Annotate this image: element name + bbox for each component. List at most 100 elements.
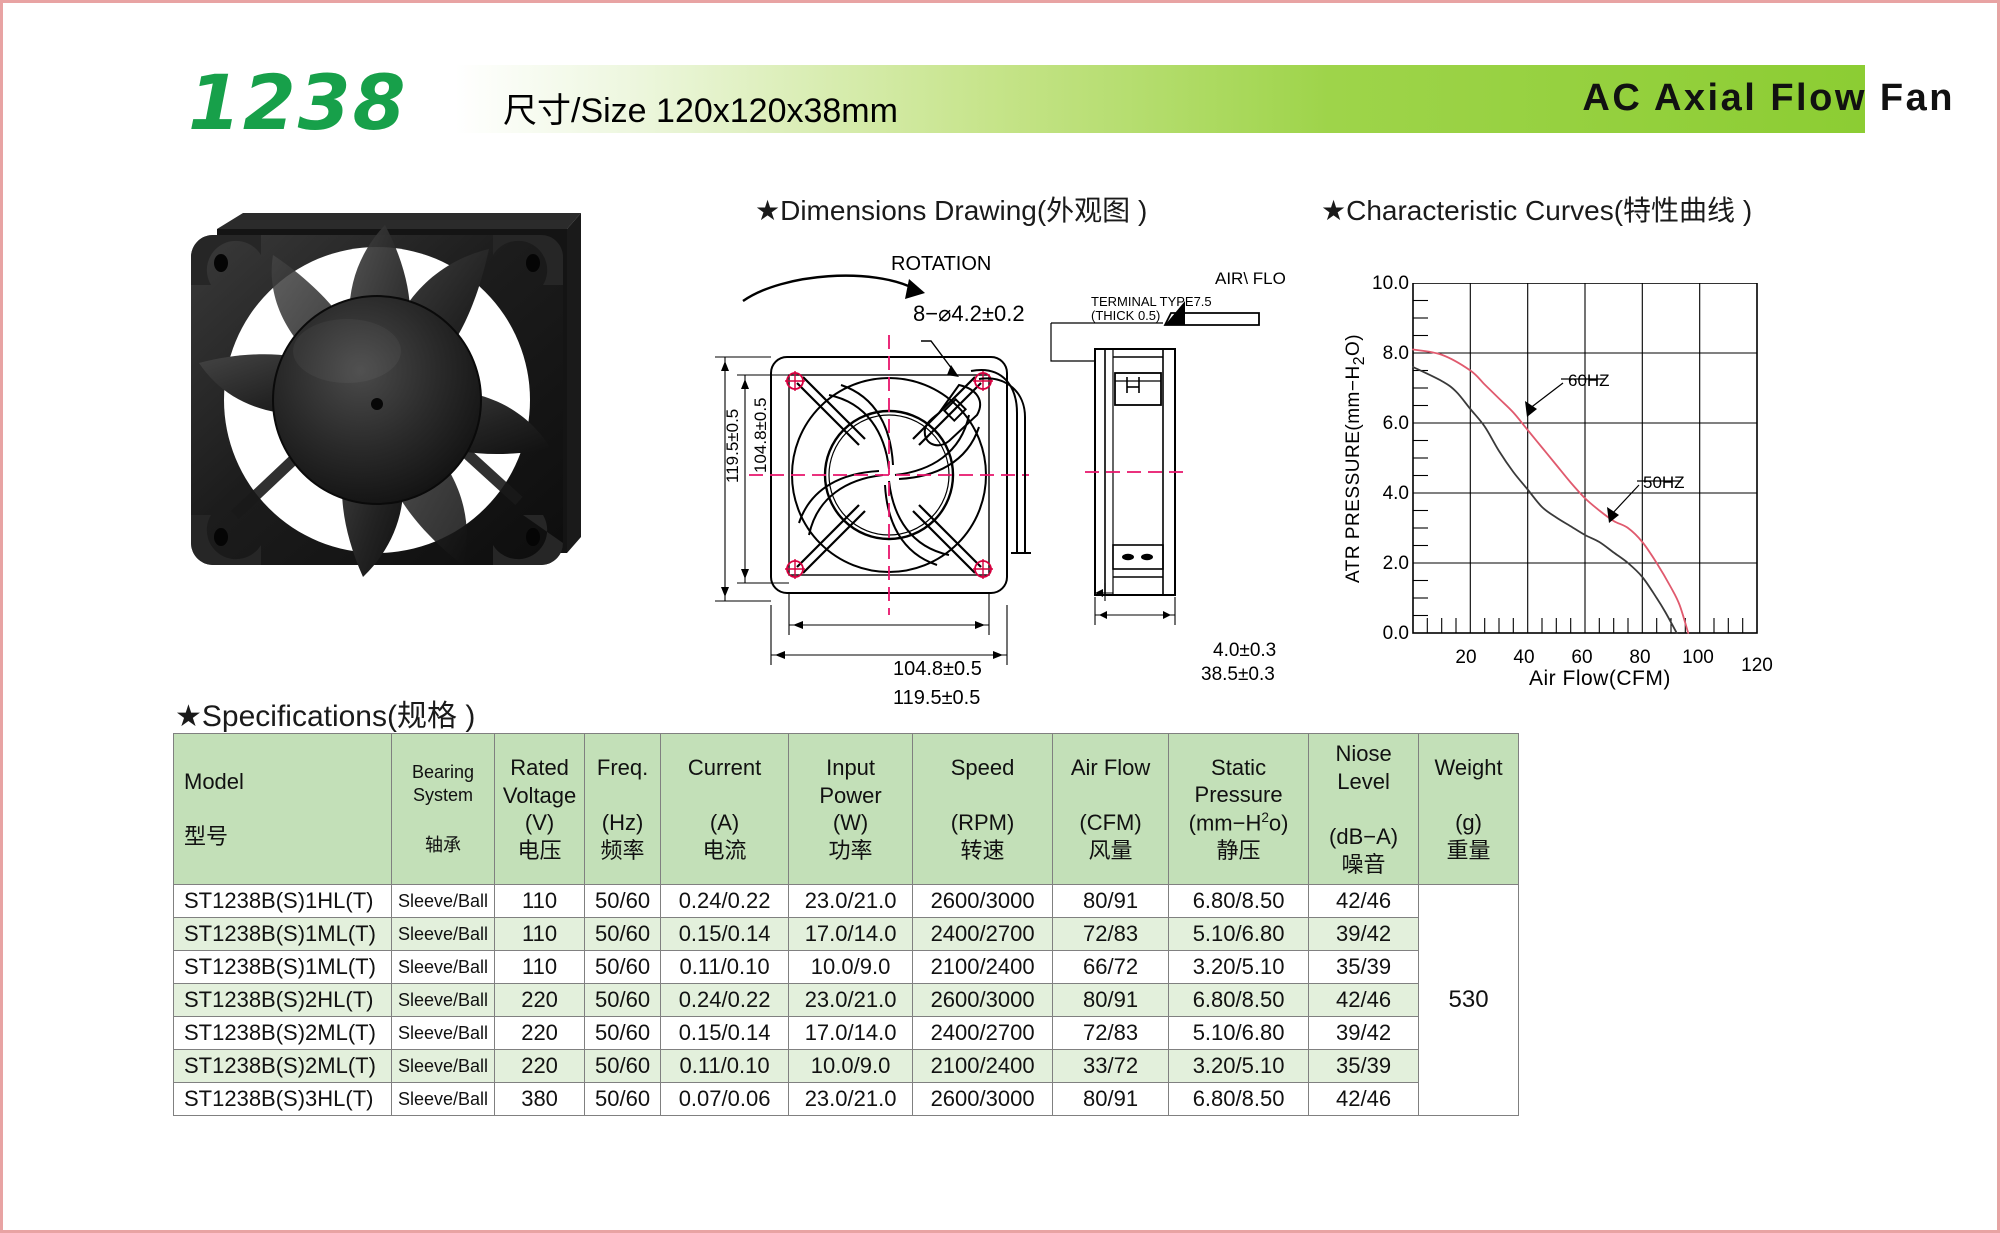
- cell-model: ST1238B(S)3HL(T): [173, 1082, 392, 1116]
- header-current: Current (A) 电流: [660, 733, 790, 885]
- cell-speed: 2100/2400: [912, 950, 1054, 984]
- terminal-thickness-label: (THICK 0.5): [1091, 308, 1161, 323]
- table-body: ST1238B(S)1HL(T) Sleeve/Ball 110 50/60 0.24/…: [173, 884, 1520, 1116]
- cell-noise: 35/39: [1308, 950, 1420, 984]
- cell-model: ST1238B(S)1ML(T): [173, 917, 392, 951]
- depth-total-dim-label: 38.5±0.3: [1201, 664, 1275, 685]
- curves-section-title: ★Characteristic Curves(特性曲线 ): [1321, 195, 1753, 226]
- cell-power: 17.0/14.0: [788, 1016, 914, 1050]
- cell-bearing: Sleeve/Ball: [390, 983, 496, 1017]
- header-frequency-unit: (Hz): [601, 810, 644, 836]
- header-current-en: Current: [687, 754, 762, 780]
- header-voltage-unit: (V): [524, 810, 555, 835]
- header-voltage-en: Rated Voltage: [502, 755, 577, 808]
- cell-voltage: 110: [494, 917, 586, 951]
- cell-model: ST1238B(S)1ML(T): [173, 950, 392, 984]
- cell-speed: 2100/2400: [912, 1049, 1054, 1083]
- cell-static: 6.80/8.50: [1168, 1082, 1310, 1116]
- chart-plot-area: [1412, 283, 1758, 634]
- cell-power: 23.0/21.0: [788, 884, 914, 918]
- cell-freq: 50/60: [584, 1082, 662, 1116]
- cell-noise: 39/42: [1308, 1016, 1420, 1050]
- specifications-table: Model 型号 Bearing System 轴承 Rated Voltage…: [173, 733, 1520, 1116]
- table-header-row: Model 型号 Bearing System 轴承 Rated Voltage…: [173, 733, 1520, 885]
- cell-static: 3.20/5.10: [1168, 1049, 1310, 1083]
- cell-voltage: 380: [494, 1082, 586, 1116]
- cell-current: 0.15/0.14: [660, 1016, 790, 1050]
- header-weight-en: Weight: [1434, 754, 1503, 780]
- cell-power: 23.0/21.0: [788, 1082, 914, 1116]
- cell-airflow: 72/83: [1052, 1016, 1170, 1050]
- header-static-pressure-unit: (mm−H2o): [1188, 809, 1289, 836]
- header-noise: Niose Level (dB−A) 噪音: [1308, 733, 1420, 885]
- cell-model: ST1238B(S)1HL(T): [173, 884, 392, 918]
- header-speed-en: Speed: [950, 754, 1015, 780]
- cell-speed: 2400/2700: [912, 1016, 1054, 1050]
- characteristic-curves-chart: ATR PRESSURE(mm−H2O) 10.0 8.0 6.0 4.0 2.…: [1333, 273, 1873, 703]
- table-row: ST1238B(S)1ML(T) Sleeve/Ball 110 50/60 0.11/…: [173, 950, 1519, 984]
- model-number: 1238: [188, 58, 408, 147]
- depth-flange-dim-label: 4.0±0.3: [1213, 640, 1277, 661]
- cell-noise: 42/46: [1308, 884, 1420, 918]
- cell-model: ST1238B(S)2HL(T): [173, 983, 392, 1017]
- cell-noise: 42/46: [1308, 1082, 1420, 1116]
- cell-current: 0.24/0.22: [660, 983, 790, 1017]
- cell-current: 0.15/0.14: [660, 917, 790, 951]
- header-speed: Speed (RPM) 转速: [912, 733, 1054, 885]
- cell-freq: 50/60: [584, 884, 662, 918]
- header-power-unit: (W): [832, 810, 869, 835]
- cell-voltage: 110: [494, 950, 586, 984]
- cell-static: 5.10/6.80: [1168, 917, 1310, 951]
- dimensions-section-title: ★Dimensions Drawing(外观图 ): [755, 195, 1148, 226]
- cell-power: 10.0/9.0: [788, 950, 914, 984]
- cell-current: 0.24/0.22: [660, 884, 790, 918]
- table-row: ST1238B(S)2ML(T) Sleeve/Ball 220 50/60 0.11/…: [173, 1049, 1519, 1083]
- header-model-en: Model: [184, 768, 244, 794]
- header-speed-cn: 转速: [960, 837, 1005, 863]
- cell-speed: 2600/3000: [912, 983, 1054, 1017]
- cell-speed: 2600/3000: [912, 1082, 1054, 1116]
- air-flow-label: AIR\ FLO: [1215, 269, 1286, 288]
- cell-airflow: 33/72: [1052, 1049, 1170, 1083]
- cell-model: ST1238B(S)2ML(T): [173, 1016, 392, 1050]
- header-airflow-en: Air Flow: [1070, 754, 1151, 780]
- curve-50hz: [1412, 366, 1678, 634]
- header-static-pressure-en: Static: [1211, 754, 1267, 780]
- header-frequency-cn: 频率: [600, 837, 645, 863]
- table-row: ST1238B(S)1HL(T) Sleeve/Ball 110 50/60 0.24/…: [173, 884, 1520, 1116]
- table-row: ST1238B(S)1ML(T) Sleeve/Ball 110 50/60 0.15/…: [173, 917, 1519, 951]
- cell-freq: 50/60: [584, 917, 662, 951]
- specifications-section-title: ★Specifications(规格 ): [175, 700, 476, 733]
- header-model: Model 型号: [173, 733, 392, 885]
- width-inner-dim-label: 104.8±0.5: [893, 658, 982, 680]
- header-airflow-unit: (CFM): [1079, 810, 1142, 836]
- header-airflow: Air Flow (CFM) 风量: [1052, 733, 1170, 885]
- cell-voltage: 220: [494, 1016, 586, 1050]
- cell-bearing: Sleeve/Ball: [390, 1049, 496, 1083]
- header-noise-unit: (dB−A): [1329, 824, 1399, 849]
- cell-airflow: 66/72: [1052, 950, 1170, 984]
- height-inner-dim-label: 104.8±0.5: [751, 397, 770, 473]
- height-outer-dim-label: 119.5±0.5: [723, 408, 742, 483]
- table-row: ST1238B(S)2ML(T) Sleeve/Ball 220 50/60 0.15/…: [173, 1016, 1519, 1050]
- cell-static: 6.80/8.50: [1168, 983, 1310, 1017]
- cell-noise: 42/46: [1308, 983, 1420, 1017]
- cell-airflow: 80/91: [1052, 884, 1170, 918]
- table-row: ST1238B(S)3HL(T) Sleeve/Ball 380 50/60 0.07/…: [173, 1082, 1519, 1116]
- rotation-label: ROTATION: [891, 253, 992, 275]
- cell-model: ST1238B(S)2ML(T): [173, 1049, 392, 1083]
- cell-bearing: Sleeve/Ball: [390, 1016, 496, 1050]
- cell-airflow: 80/91: [1052, 983, 1170, 1017]
- cell-airflow: 72/83: [1052, 917, 1170, 951]
- header-power-en: Input Power: [819, 755, 882, 808]
- cell-voltage: 220: [494, 983, 586, 1017]
- header-weight-cn: 重量: [1446, 837, 1491, 863]
- header-bearing-cn: 轴承: [425, 835, 462, 856]
- header-frequency-en: Freq.: [596, 754, 649, 780]
- header-voltage-cn: 电压: [517, 837, 562, 863]
- cell-speed: 2600/3000: [912, 884, 1054, 918]
- cell-current: 0.07/0.06: [660, 1082, 790, 1116]
- header-voltage: Rated Voltage (V) 电压: [494, 733, 586, 885]
- cell-static: 5.10/6.80: [1168, 1016, 1310, 1050]
- cell-freq: 50/60: [584, 1049, 662, 1083]
